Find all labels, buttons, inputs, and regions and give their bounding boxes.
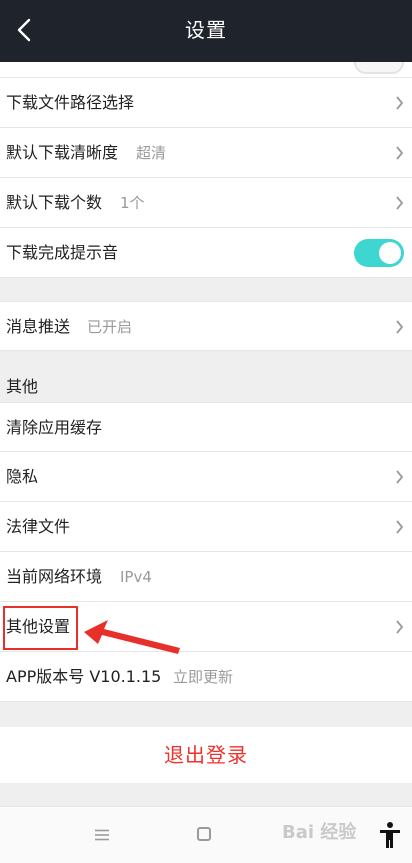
annotation-highlight-box (3, 606, 78, 650)
previous-row-peek (0, 62, 412, 78)
chevron-right-icon (396, 620, 404, 634)
privacy-label: 隐私 (6, 467, 39, 486)
download-count-row[interactable]: 默认下载个数 1个 (0, 178, 412, 228)
previous-toggle-peek[interactable] (354, 62, 404, 74)
download-path-row[interactable]: 下载文件路径选择 (0, 78, 412, 128)
download-sound-toggle[interactable] (354, 239, 404, 267)
download-quality-value: 超清 (136, 144, 167, 162)
push-row[interactable]: 消息推送 已开启 (0, 301, 412, 351)
download-sound-row: 下载完成提示音 (0, 228, 412, 278)
clear-cache-row[interactable]: 清除应用缓存 (0, 402, 412, 452)
update-link[interactable]: 立即更新 (173, 652, 233, 702)
privacy-row[interactable]: 隐私 (0, 452, 412, 502)
clear-cache-label: 清除应用缓存 (6, 418, 103, 437)
chevron-right-icon (396, 470, 404, 484)
network-label: 当前网络环境 (6, 567, 103, 586)
menu-icon[interactable] (94, 829, 110, 841)
network-row: 当前网络环境 IPv4 (0, 552, 412, 602)
chevron-right-icon (396, 146, 404, 160)
download-quality-row[interactable]: 默认下载清晰度 超清 (0, 128, 412, 178)
home-icon[interactable] (197, 827, 211, 841)
app-header: 设置 (0, 0, 412, 62)
legal-row[interactable]: 法律文件 (0, 502, 412, 552)
download-quality-label: 默认下载清晰度 (6, 143, 119, 162)
chevron-right-icon (396, 96, 404, 110)
download-count-value: 1个 (120, 194, 145, 212)
push-label: 消息推送 (6, 317, 71, 336)
logout-button[interactable]: 退出登录 (0, 727, 412, 783)
version-row: APP版本号 V10.1.15 立即更新 (0, 652, 412, 702)
watermark: Bai 经验 (282, 822, 357, 843)
toggle-knob (379, 242, 401, 264)
chevron-right-icon (396, 520, 404, 534)
annotation-arrow-icon (84, 620, 180, 654)
logout-label: 退出登录 (164, 743, 248, 767)
download-sound-label: 下载完成提示音 (6, 243, 119, 262)
accessibility-icon[interactable] (378, 821, 402, 849)
download-path-label: 下载文件路径选择 (6, 93, 135, 112)
network-value: IPv4 (120, 568, 152, 586)
download-count-label: 默认下载个数 (6, 193, 103, 212)
chevron-right-icon (396, 196, 404, 210)
legal-label: 法律文件 (6, 517, 71, 536)
version-label: APP版本号 V10.1.15 (6, 667, 162, 686)
push-value: 已开启 (87, 318, 133, 336)
chevron-right-icon (396, 320, 404, 334)
page-title: 设置 (185, 18, 227, 42)
